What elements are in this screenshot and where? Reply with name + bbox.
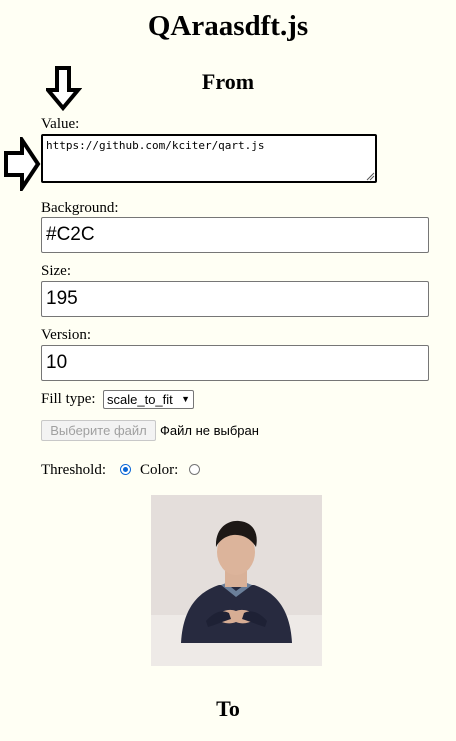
color-radio[interactable]: [189, 464, 200, 475]
right-arrow-icon: [4, 137, 41, 191]
size-label: Size:: [41, 263, 71, 279]
chevron-down-icon: ▼: [181, 394, 190, 404]
fill-type-label: Fill type:: [41, 391, 96, 407]
background-label: Background:: [41, 200, 119, 216]
background-input[interactable]: [41, 217, 429, 253]
version-label: Version:: [41, 327, 91, 343]
size-input[interactable]: [41, 281, 429, 317]
threshold-label: Threshold:: [41, 462, 106, 478]
page-title: QAraasdft.js: [147, 10, 309, 42]
resize-grip-icon[interactable]: [366, 172, 375, 181]
color-label: Color:: [140, 462, 179, 478]
version-input[interactable]: [41, 345, 429, 381]
value-textarea[interactable]: https://github.com/kciter/qart.js: [41, 134, 377, 183]
threshold-radio[interactable]: [120, 464, 131, 475]
fill-type-selected-value: scale_to_fit: [107, 392, 173, 407]
file-status-text: Файл не выбран: [160, 423, 259, 438]
from-heading: From: [201, 69, 255, 94]
source-photo: [151, 495, 322, 666]
choose-file-button[interactable]: Выберите файл: [41, 420, 156, 441]
value-label: Value:: [41, 116, 80, 132]
fill-type-select[interactable]: scale_to_fit ▼: [103, 390, 194, 409]
to-heading: To: [216, 696, 240, 721]
